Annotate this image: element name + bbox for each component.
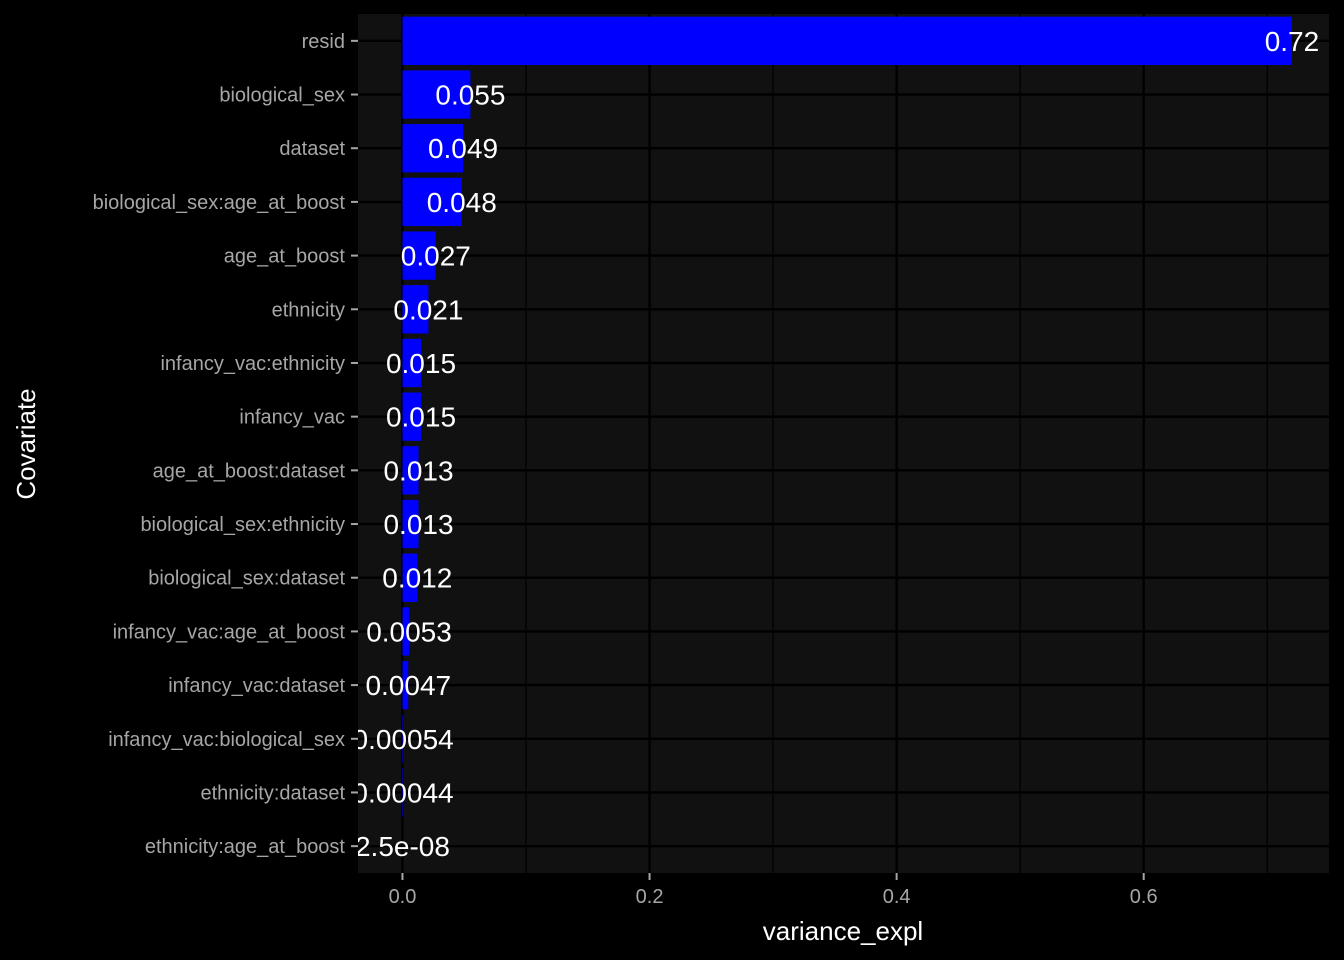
data-label: 0.015 (386, 402, 456, 433)
x-tick-label: 0.2 (636, 886, 664, 908)
y-tick-label: infancy_vac:dataset (168, 675, 345, 697)
y-tick-label: resid (302, 31, 345, 53)
y-tick-label: biological_sex:dataset (148, 568, 345, 590)
x-tick-label: 0.6 (1130, 886, 1158, 908)
y-tick-label: biological_sex (219, 85, 345, 107)
x-tick-label: 0.0 (389, 886, 417, 908)
variance-bar-chart: 0.72 0.055 0.049 0.048 0.027 0.021 0.015 0.015 0… (0, 0, 1344, 960)
data-label: 0.012 (382, 563, 452, 594)
y-tick-label: infancy_vac:biological_sex (108, 729, 345, 751)
plot-panel (358, 14, 1329, 873)
y-tick-label: age_at_boost:dataset (153, 460, 346, 482)
data-label: 0.72 (1265, 26, 1320, 57)
data-label: 0.013 (383, 509, 453, 540)
data-label: 0.013 (383, 455, 453, 486)
bar (402, 16, 1292, 66)
y-tick-label: ethnicity (272, 299, 345, 321)
data-label: 0.048 (427, 187, 497, 218)
data-label: 0.021 (393, 294, 463, 325)
data-label: 0.027 (401, 241, 471, 272)
x-tick-label: 0.4 (883, 886, 911, 908)
y-tick-label: biological_sex:age_at_boost (93, 192, 346, 214)
y-tick-label: dataset (279, 138, 345, 160)
data-label: 0.049 (428, 133, 498, 164)
data-label: 0.015 (386, 348, 456, 379)
y-tick-label: biological_sex:ethnicity (140, 514, 345, 536)
y-tick-label: age_at_boost (224, 246, 346, 268)
x-axis-title: variance_expl (763, 916, 923, 946)
data-label: 2.5e-08 (355, 831, 450, 862)
y-tick-label: ethnicity:dataset (200, 782, 345, 804)
data-label: 0.0047 (365, 670, 451, 701)
data-label: 0.055 (435, 80, 505, 111)
y-tick-label: infancy_vac (239, 407, 345, 429)
y-tick-label: ethnicity:age_at_boost (145, 836, 346, 858)
data-label: 0.00054 (353, 724, 454, 755)
y-tick-label: infancy_vac:ethnicity (160, 353, 345, 375)
data-label: 0.0053 (366, 616, 452, 647)
data-label: 0.00044 (352, 777, 453, 808)
y-tick-label: infancy_vac:age_at_boost (113, 621, 346, 643)
y-axis-title: Covariate (11, 388, 41, 499)
